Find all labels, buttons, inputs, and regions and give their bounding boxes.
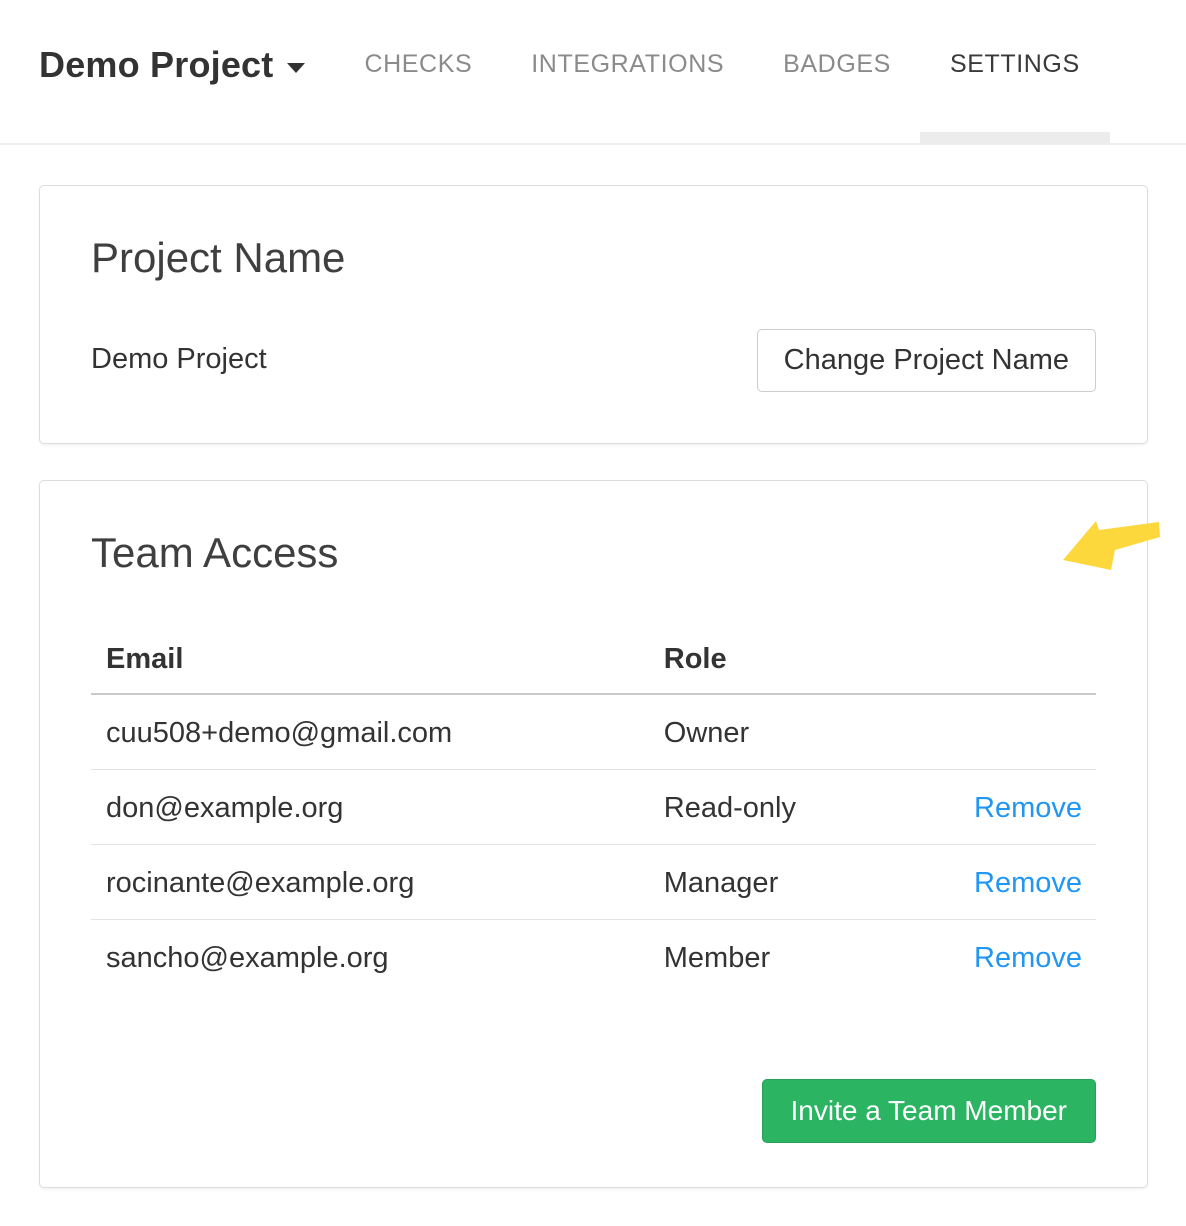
member-actions: Remove xyxy=(970,920,1096,995)
tab-settings-label: SETTINGS xyxy=(950,50,1080,78)
invite-team-member-button[interactable]: Invite a Team Member xyxy=(762,1079,1097,1143)
invite-row: Invite a Team Member xyxy=(91,1079,1096,1143)
top-navigation: Demo Project CHECKS INTEGRATIONS BADGES … xyxy=(0,0,1186,145)
member-actions: Remove xyxy=(970,770,1096,845)
tab-checks[interactable]: CHECKS xyxy=(364,50,472,79)
team-member-row: rocinante@example.org Manager Remove xyxy=(91,845,1096,920)
member-role: Member xyxy=(649,920,971,995)
role-column-header: Role xyxy=(649,621,971,694)
remove-member-link[interactable]: Remove xyxy=(974,942,1082,974)
project-name-card: Project Name Demo Project Change Project… xyxy=(39,185,1148,444)
tab-integrations[interactable]: INTEGRATIONS xyxy=(531,50,724,79)
member-actions: Remove xyxy=(970,845,1096,920)
change-project-name-button[interactable]: Change Project Name xyxy=(757,329,1096,392)
current-project-name: Demo Project xyxy=(91,329,267,376)
team-member-row: cuu508+demo@gmail.com Owner xyxy=(91,694,1096,770)
member-email: cuu508+demo@gmail.com xyxy=(91,694,649,770)
table-header-row: Email Role xyxy=(91,621,1096,694)
team-members-table: Email Role cuu508+demo@gmail.com Owner d… xyxy=(91,621,1096,994)
tab-settings[interactable]: SETTINGS xyxy=(950,50,1080,79)
project-switcher-dropdown[interactable]: Demo Project xyxy=(39,44,305,86)
tab-badges[interactable]: BADGES xyxy=(783,50,891,79)
project-name-row: Demo Project Change Project Name xyxy=(91,329,1096,392)
member-role: Manager xyxy=(649,845,971,920)
member-email: sancho@example.org xyxy=(91,920,649,995)
member-actions xyxy=(970,694,1096,770)
active-tab-indicator xyxy=(920,132,1110,143)
actions-column-header xyxy=(970,621,1096,694)
member-email: rocinante@example.org xyxy=(91,845,649,920)
team-member-row: don@example.org Read-only Remove xyxy=(91,770,1096,845)
team-access-card: Team Access Email Role cuu508+demo@gmail… xyxy=(39,480,1148,1188)
project-name-card-title: Project Name xyxy=(91,233,1096,283)
member-role: Read-only xyxy=(649,770,971,845)
member-role: Owner xyxy=(649,694,971,770)
email-column-header: Email xyxy=(91,621,649,694)
team-member-row: sancho@example.org Member Remove xyxy=(91,920,1096,995)
team-access-card-title: Team Access xyxy=(91,528,1096,578)
remove-member-link[interactable]: Remove xyxy=(974,792,1082,824)
chevron-down-icon xyxy=(287,63,305,73)
remove-member-link[interactable]: Remove xyxy=(974,867,1082,899)
member-email: don@example.org xyxy=(91,770,649,845)
project-name-label: Demo Project xyxy=(39,44,273,86)
